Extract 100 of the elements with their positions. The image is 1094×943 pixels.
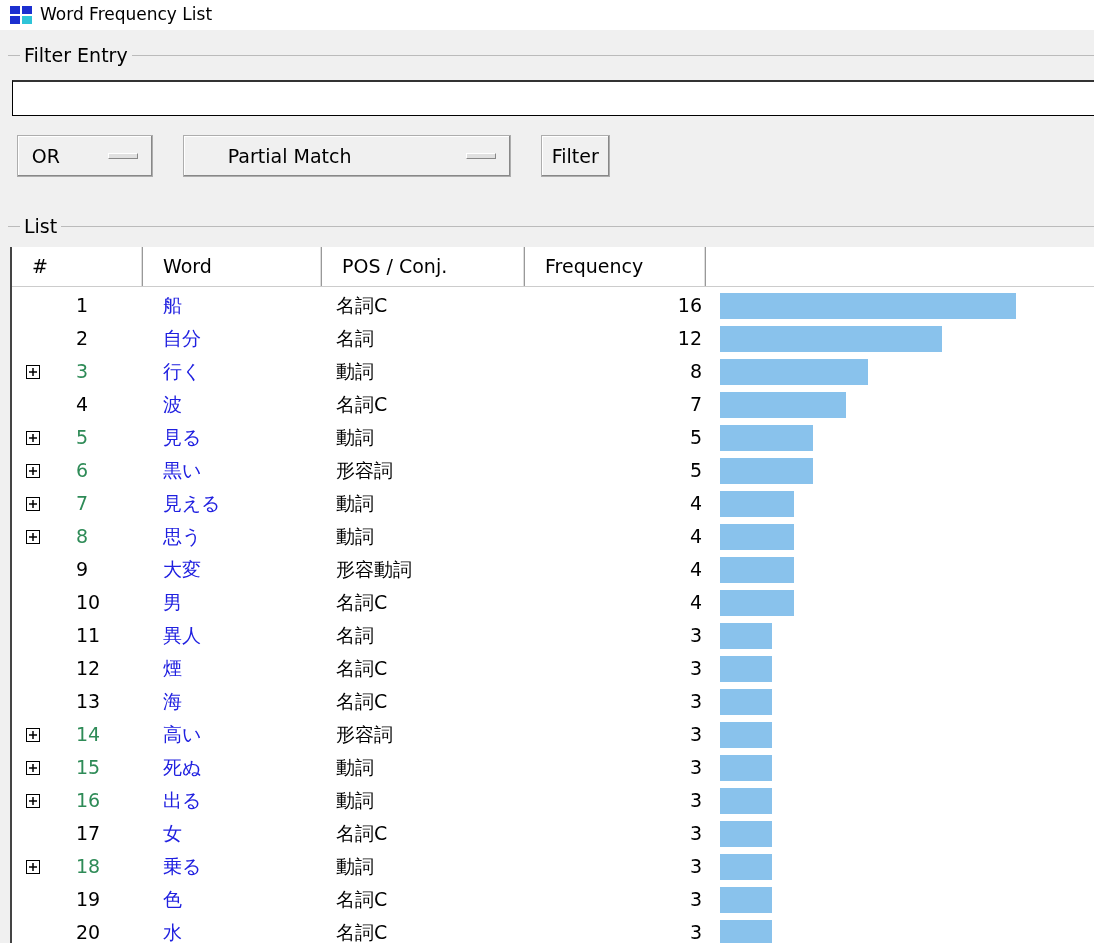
word-cell-text: 男 xyxy=(162,590,183,616)
word-cell-text: 色 xyxy=(162,887,183,913)
expand-icon[interactable] xyxy=(26,463,40,478)
row-number: 7 xyxy=(76,491,89,517)
word-cell-text: 死ぬ xyxy=(162,755,202,781)
word-cell-text: 行く xyxy=(162,359,202,385)
row-number: 2 xyxy=(76,326,89,352)
frequency-cell-text: 4 xyxy=(688,557,703,583)
row-number: 14 xyxy=(76,722,101,748)
word-cell-text: 見える xyxy=(162,491,221,517)
frequency-cell-text: 7 xyxy=(688,392,703,418)
frequency-cell-text: 3 xyxy=(688,887,703,913)
pos-cell-text: 形容動詞 xyxy=(335,557,413,583)
expand-icon[interactable] xyxy=(26,727,40,742)
word-cell-text: 異人 xyxy=(162,623,202,649)
word-cell-text: 乗る xyxy=(162,854,202,880)
expand-icon[interactable] xyxy=(26,496,40,511)
expand-icon[interactable] xyxy=(26,793,40,808)
word-cell-text: 大変 xyxy=(162,557,202,583)
row-number: 11 xyxy=(76,623,101,649)
word-cell-text: 船 xyxy=(162,293,183,319)
pos-cell-text: 名詞C xyxy=(335,392,389,418)
frequency-cell-text: 3 xyxy=(688,656,703,682)
filter-input-field[interactable] xyxy=(12,80,1094,116)
row-number: 8 xyxy=(76,524,89,550)
row-number: 9 xyxy=(76,557,89,583)
dropdown-icon xyxy=(107,153,138,159)
row-number: 19 xyxy=(76,887,101,913)
frequency-cell-text: 5 xyxy=(688,425,703,451)
word-cell-text: 波 xyxy=(162,392,183,418)
word-cell-text: 黒い xyxy=(162,458,202,484)
dropdown-icon xyxy=(465,153,496,159)
frequency-cell-text: 3 xyxy=(688,623,703,649)
pos-cell-text: 形容詞 xyxy=(335,458,394,484)
row-number: 13 xyxy=(76,689,101,715)
row-number: 3 xyxy=(76,359,89,385)
pos-cell-text: 名詞C xyxy=(335,689,389,715)
frequency-cell-text: 3 xyxy=(688,689,703,715)
word-cell-text: 見る xyxy=(162,425,202,451)
pos-cell-text: 名詞C xyxy=(335,887,389,913)
word-cell-text: 水 xyxy=(162,920,183,943)
pos-cell-text: 名詞C xyxy=(335,590,389,616)
pos-cell-text: 動詞 xyxy=(335,359,375,385)
row-number: 4 xyxy=(76,392,89,418)
pos-cell-text: 名詞 xyxy=(335,326,375,352)
column-header[interactable]: Word xyxy=(143,247,322,286)
pos-cell-text: 動詞 xyxy=(335,425,375,451)
row-number: 16 xyxy=(76,788,101,814)
row-number: 20 xyxy=(76,920,101,943)
word-cell-text: 思う xyxy=(162,524,202,550)
word-cell-text: 出る xyxy=(162,788,202,814)
frequency-cell-text: 3 xyxy=(688,755,703,781)
match-dropdown[interactable]: Partial Match xyxy=(182,135,511,177)
frequency-cell-text: 3 xyxy=(688,722,703,748)
expand-icon[interactable] xyxy=(26,760,40,775)
logic-dropdown[interactable]: OR xyxy=(16,135,153,177)
pos-cell-text: 形容詞 xyxy=(335,722,394,748)
word-cell-text: 煙 xyxy=(162,656,183,682)
frequency-cell-text: 4 xyxy=(688,524,703,550)
app-icon xyxy=(10,6,32,24)
row-number: 1 xyxy=(76,293,89,319)
pos-cell-text: 動詞 xyxy=(335,524,375,550)
frequency-cell-text: 3 xyxy=(688,854,703,880)
window-title: Word Frequency List xyxy=(40,3,213,27)
row-number: 18 xyxy=(76,854,101,880)
expand-icon[interactable] xyxy=(26,529,40,544)
row-number: 15 xyxy=(76,755,101,781)
row-number: 5 xyxy=(76,425,89,451)
frequency-cell-text: 3 xyxy=(688,788,703,814)
row-number: 6 xyxy=(76,458,89,484)
word-cell-text: 自分 xyxy=(162,326,202,352)
filter-button[interactable]: Filter xyxy=(540,135,610,177)
column-header[interactable]: # xyxy=(12,247,143,286)
row-number: 10 xyxy=(76,590,101,616)
frequency-cell-text: 5 xyxy=(688,458,703,484)
pos-cell-text: 動詞 xyxy=(335,854,375,880)
column-header[interactable]: Frequency xyxy=(525,247,706,286)
pos-cell-text: 動詞 xyxy=(335,755,375,781)
word-cell-text: 高い xyxy=(162,722,202,748)
pos-cell-text: 名詞 xyxy=(335,623,375,649)
row-number: 17 xyxy=(76,821,101,847)
expand-icon[interactable] xyxy=(26,430,40,445)
pos-cell-text: 名詞C xyxy=(335,821,389,847)
word-cell-text: 海 xyxy=(162,689,183,715)
column-header[interactable]: POS / Conj. xyxy=(322,247,525,286)
pos-cell-text: 動詞 xyxy=(335,491,375,517)
expand-icon[interactable] xyxy=(26,859,40,874)
frequency-cell-text: 8 xyxy=(688,359,703,385)
frequency-cell-text: 3 xyxy=(688,920,703,943)
pos-cell-text: 名詞C xyxy=(335,920,389,943)
frequency-cell-text: 4 xyxy=(688,590,703,616)
pos-cell-text: 動詞 xyxy=(335,788,375,814)
row-number: 12 xyxy=(76,656,101,682)
pos-cell-text: 名詞C xyxy=(335,293,389,319)
frequency-cell-text: 4 xyxy=(688,491,703,517)
frequency-cell-text: 12 xyxy=(676,326,703,352)
frequency-cell-text: 16 xyxy=(676,293,703,319)
pos-cell-text: 名詞C xyxy=(335,656,389,682)
expand-icon[interactable] xyxy=(26,364,40,379)
frequency-cell-text: 3 xyxy=(688,821,703,847)
